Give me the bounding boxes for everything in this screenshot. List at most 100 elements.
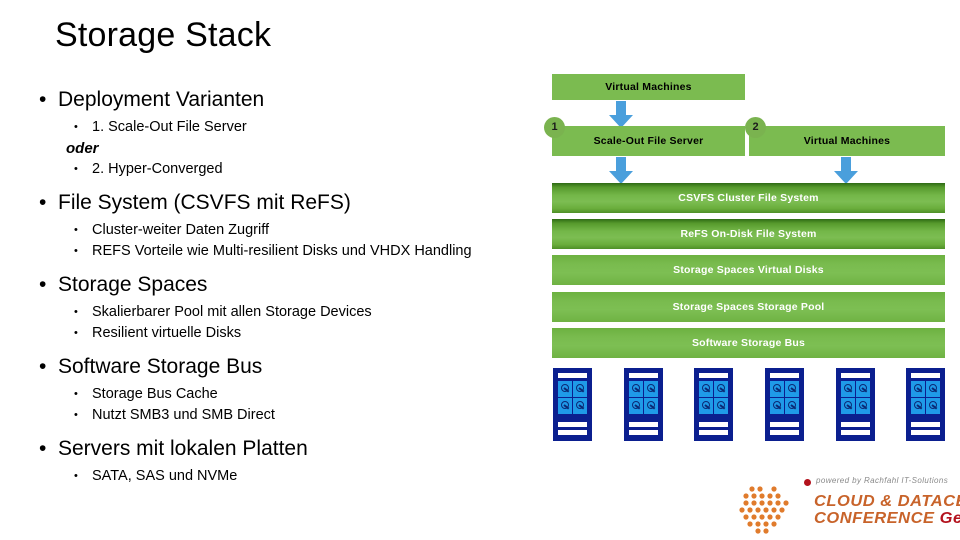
band-label: CSVFS Cluster File System [678,192,819,204]
server-panel-bar [911,430,940,435]
disk-icon [841,398,855,414]
server-panel-bar [770,373,799,378]
bullet-dot-icon: • [39,437,47,460]
sub-bullet-label: 1. Scale-Out File Server [92,119,247,135]
server-panel-bar [699,373,728,378]
disk-icon [841,381,855,397]
disk-icon [770,398,784,414]
bullet-label: Software Storage Bus [58,355,263,378]
sub-bullet-label: SATA, SAS und NVMe [92,468,238,484]
sub-bullet-label: Storage Bus Cache [92,386,218,402]
disk-icon [558,381,572,397]
sub-bullet-label: 2. Hyper-Converged [92,161,223,177]
disk-icon [629,398,643,414]
disk-icon [573,398,587,414]
server-icon [694,368,733,441]
sub-bullet-oder: oder [66,140,99,157]
disk-icon [558,398,572,414]
sub-bullet-scale-out-file-server: • 1. Scale-Out File Server [30,117,550,138]
bullet-software-storage-bus: • Software Storage Bus [30,353,550,381]
bullet-label: Storage Spaces [58,273,208,296]
server-disk-grid [699,381,728,414]
logo-powered-by: powered by Rachfahl IT-Solutions [816,476,949,485]
bullet-dot-icon: • [74,470,78,482]
badge-variant-2: 2 [745,117,766,138]
bullet-label: Servers mit lokalen Platten [58,437,308,460]
logo-line-2-text: CONFERENCE [814,510,940,527]
server-icon [765,368,804,441]
disk-icon [714,381,728,397]
sub-bullet-sata-sas-nvme: • SATA, SAS und NVMe [30,466,550,487]
server-panel-bar [699,430,728,435]
sub-bullet-label: Nutzt SMB3 und SMB Direct [92,407,275,423]
server-disk-grid [911,381,940,414]
box-label: Virtual Machines [605,81,692,93]
diagram-band-storage-spaces-virtual-disks: Storage Spaces Virtual Disks [552,255,945,285]
sub-bullet-label: Cluster-weiter Daten Zugriff [92,222,270,238]
band-label: Storage Spaces Virtual Disks [673,264,824,276]
bullet-servers-mit-lokalen-platten: • Servers mit lokalen Platten [30,435,550,463]
disk-icon [785,398,799,414]
logo-accent-dot-icon [804,479,811,486]
badge-label: 1 [551,121,558,133]
server-icon [624,368,663,441]
disk-icon [911,381,925,397]
server-disk-grid [558,381,587,414]
band-label: Software Storage Bus [691,337,806,349]
sub-bullet-nutzt-smb3: • Nutzt SMB3 und SMB Direct [30,405,550,426]
sub-bullet-storage-bus-cache: • Storage Bus Cache [30,384,550,405]
server-panel-bar [841,373,870,378]
diagram-band-storage-spaces-storage-pool: Storage Spaces Storage Pool [552,292,945,322]
server-panel-bar [911,373,940,378]
disk-icon [699,398,713,414]
disk-icon [644,398,658,414]
band-label: Storage Spaces Storage Pool [672,301,825,313]
logo-germany-text: Germany [939,510,960,527]
box-label: Virtual Machines [803,135,891,147]
bullet-dot-icon: • [74,163,78,175]
bullet-dot-icon: • [74,327,78,339]
disk-icon [856,381,870,397]
bullet-label: Deployment Varianten [58,88,265,111]
diagram-box-virtual-machines-hyperconverged: Virtual Machines [749,126,945,156]
bullet-dot-icon: • [39,191,47,214]
disk-icon [770,381,784,397]
page-title: Storage Stack [55,16,272,54]
arrow-down-icon [609,101,633,128]
disk-icon [573,381,587,397]
bullet-dot-icon: • [74,121,78,133]
diagram-band-refs-on-disk-file-system: ReFS On-Disk File System [552,219,945,249]
logo-line-1: CLOUD & DATACENTER [814,493,960,510]
bullet-list: • Deployment Varianten • 1. Scale-Out Fi… [30,86,550,487]
server-icon [836,368,875,441]
server-icon [553,368,592,441]
server-disk-grid [629,381,658,414]
server-disk-grid [770,381,799,414]
bullet-dot-icon: • [39,355,47,378]
cdc-germany-logo: powered by Rachfahl IT-Solutions CLOUD &… [730,476,960,536]
bullet-label: File System (CSVFS mit ReFS) [58,191,351,214]
server-panel-bar [629,373,658,378]
sub-bullet-resilient-virtuelle-disks: • Resilient virtuelle Disks [30,323,550,344]
sub-bullet-skalierbarer-pool: • Skalierbarer Pool mit allen Storage De… [30,302,550,323]
bullet-dot-icon: • [74,306,78,318]
server-panel-bar [629,422,658,427]
server-panel-bar [911,422,940,427]
bullet-deployment-varianten: • Deployment Varianten [30,86,550,114]
disk-icon [926,381,940,397]
server-icon [906,368,945,441]
disk-icon [856,398,870,414]
bullet-file-system: • File System (CSVFS mit ReFS) [30,189,550,217]
bullet-dot-icon: • [39,88,47,111]
diagram-box-virtual-machines-top: Virtual Machines [552,74,745,100]
disk-icon [629,381,643,397]
server-disk-grid [841,381,870,414]
server-panel-bar [558,430,587,435]
server-panel-bar [699,422,728,427]
bullet-dot-icon: • [39,273,47,296]
server-panel-bar [841,430,870,435]
bullet-dot-icon: • [74,245,78,257]
bullet-dot-icon: • [74,409,78,421]
sub-bullet-refs-vorteile: • REFS Vorteile wie Multi-resilient Disk… [30,241,550,262]
germany-dot-map-icon [739,486,789,534]
